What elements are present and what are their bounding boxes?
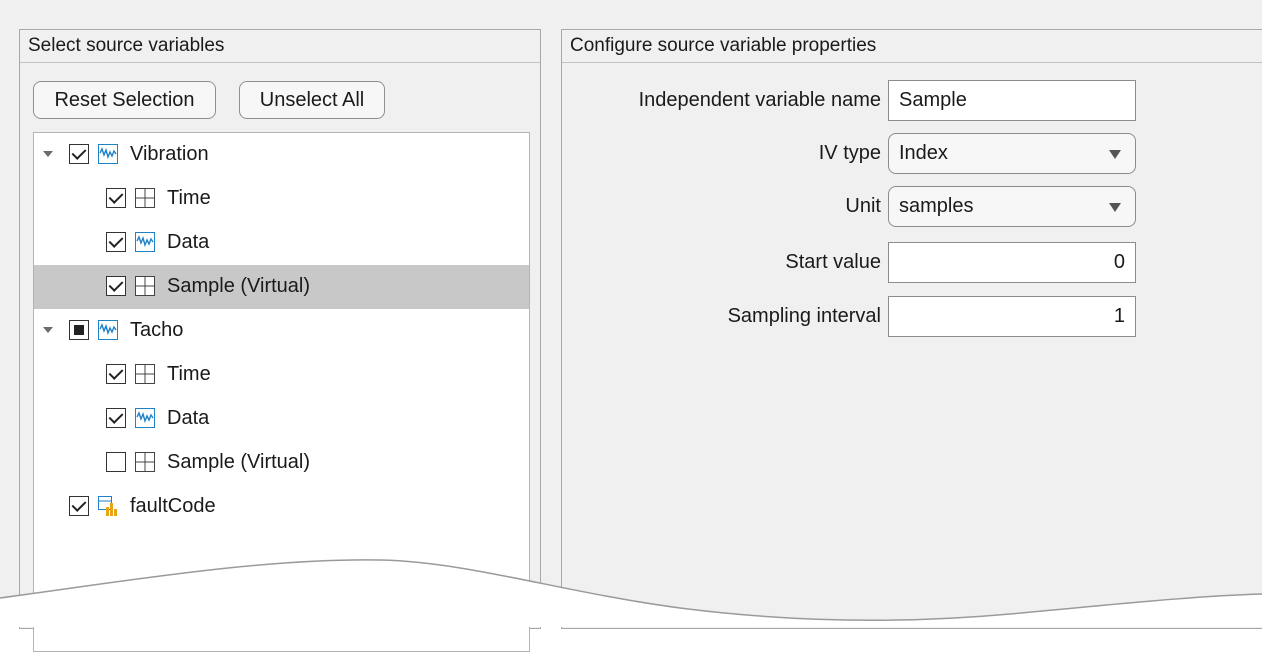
- unit-label: Unit: [845, 195, 881, 217]
- start-value-label: Start value: [785, 251, 881, 273]
- unselect-all-button[interactable]: Unselect All: [239, 81, 385, 119]
- table-icon: [135, 188, 155, 208]
- sampling-interval-label: Sampling interval: [727, 305, 881, 327]
- dropdown-arrow-icon: [1109, 203, 1121, 212]
- iv-type-dropdown[interactable]: Index: [888, 133, 1136, 174]
- unit-value: samples: [899, 195, 974, 217]
- checkbox-checked[interactable]: [106, 188, 126, 208]
- tree-node-label: Data: [167, 231, 210, 253]
- reset-selection-button[interactable]: Reset Selection: [33, 81, 216, 119]
- expand-arrow-icon[interactable]: [43, 151, 53, 157]
- start-value-field[interactable]: 0: [888, 242, 1136, 283]
- unit-dropdown[interactable]: samples: [888, 186, 1136, 227]
- expand-arrow-icon[interactable]: [43, 327, 53, 333]
- signal-icon: [135, 408, 155, 428]
- variable-tree[interactable]: Vibration Time Data Sample (Virtual) Tac…: [33, 132, 530, 652]
- tree-node-label: Sample (Virtual): [167, 451, 311, 473]
- table-icon: [135, 452, 155, 472]
- sampling-interval-field[interactable]: 1: [888, 296, 1136, 337]
- tree-node-label: Data: [167, 407, 210, 429]
- tree-node-label: Tacho: [130, 319, 184, 341]
- tree-node-tacho-time[interactable]: Time: [34, 353, 529, 397]
- checkbox-checked[interactable]: [106, 408, 126, 428]
- dropdown-arrow-icon: [1109, 150, 1121, 159]
- table-icon: [135, 276, 155, 296]
- tree-node-label: Time: [167, 363, 211, 385]
- panel-title: Configure source variable properties: [562, 30, 1262, 63]
- tree-node-label: faultCode: [130, 495, 216, 517]
- table-icon: [135, 364, 155, 384]
- checkbox-checked[interactable]: [106, 276, 126, 296]
- tree-node-vibration-sample-virtual[interactable]: Sample (Virtual): [34, 265, 529, 309]
- checkbox-checked[interactable]: [69, 496, 89, 516]
- iv-type-value: Index: [899, 142, 948, 164]
- configure-properties-panel: Configure source variable properties Ind…: [561, 29, 1262, 629]
- categorical-icon: [98, 496, 117, 516]
- iv-name-label: Independent variable name: [638, 89, 881, 111]
- tree-node-tacho-sample-virtual[interactable]: Sample (Virtual): [34, 441, 529, 485]
- signal-icon: [98, 320, 118, 340]
- signal-icon: [135, 232, 155, 252]
- checkbox-checked[interactable]: [69, 144, 89, 164]
- tree-node-label: Sample (Virtual): [167, 275, 311, 297]
- checkbox-partial[interactable]: [69, 320, 89, 340]
- tree-node-vibration-data[interactable]: Data: [34, 221, 529, 265]
- iv-type-label: IV type: [818, 142, 881, 164]
- tree-node-tacho[interactable]: Tacho: [34, 309, 529, 353]
- tree-node-faultcode[interactable]: faultCode: [34, 485, 529, 529]
- iv-name-field[interactable]: Sample: [888, 80, 1136, 121]
- select-source-variables-panel: Select source variables Reset Selection …: [19, 29, 541, 652]
- tree-node-label: Time: [167, 187, 211, 209]
- checkbox-checked[interactable]: [106, 232, 126, 252]
- tree-node-vibration[interactable]: Vibration: [34, 133, 529, 177]
- tree-node-tacho-data[interactable]: Data: [34, 397, 529, 441]
- tree-node-label: Vibration: [130, 143, 209, 165]
- checkbox-checked[interactable]: [106, 364, 126, 384]
- checkbox-unchecked[interactable]: [106, 452, 126, 472]
- signal-icon: [98, 144, 118, 164]
- tree-node-vibration-time[interactable]: Time: [34, 177, 529, 221]
- panel-title: Select source variables: [20, 30, 540, 63]
